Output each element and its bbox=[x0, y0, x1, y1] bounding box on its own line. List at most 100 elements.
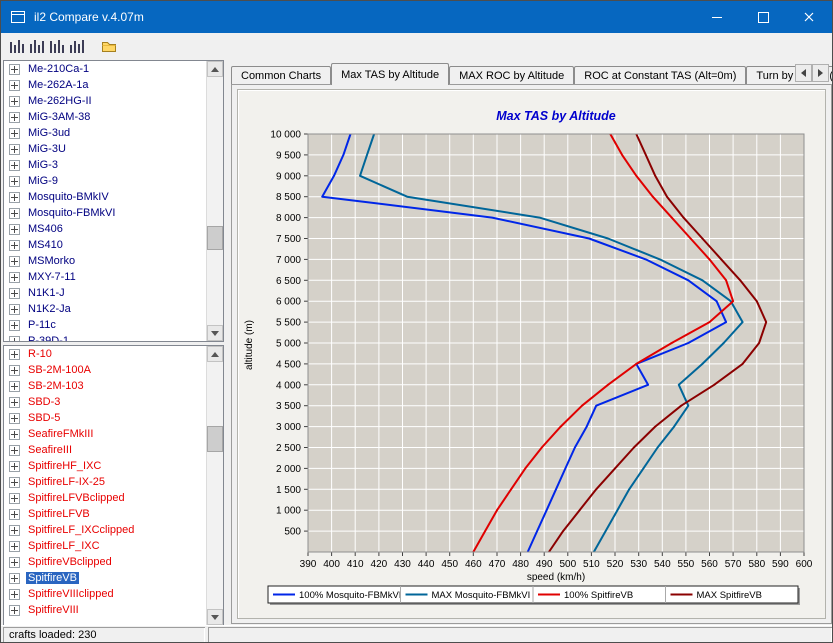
tree-item[interactable]: SeafireFMkIII bbox=[4, 426, 223, 442]
tree-item[interactable]: Mosquito-FBMkVI bbox=[4, 205, 223, 221]
expand-plus-icon[interactable] bbox=[9, 96, 20, 107]
tree-item[interactable]: SpitfireVB bbox=[4, 570, 223, 586]
tree-item[interactable]: MS406 bbox=[4, 221, 223, 237]
expand-plus-icon[interactable] bbox=[9, 477, 20, 488]
tree-item[interactable]: R-10 bbox=[4, 346, 223, 362]
expand-plus-icon[interactable] bbox=[9, 461, 20, 472]
chart-view-toolbar-button[interactable] bbox=[27, 36, 47, 56]
expand-plus-icon[interactable] bbox=[9, 192, 20, 203]
expand-plus-icon[interactable] bbox=[9, 240, 20, 251]
tree-item[interactable]: SpitfireLFVB bbox=[4, 506, 223, 522]
scroll-up-button[interactable] bbox=[207, 61, 223, 77]
expand-plus-icon[interactable] bbox=[9, 224, 20, 235]
expand-plus-icon[interactable] bbox=[9, 429, 20, 440]
expand-plus-icon[interactable] bbox=[9, 589, 20, 600]
tab-common-charts[interactable]: Common Charts bbox=[231, 66, 331, 85]
tree-item[interactable]: SeafireIII bbox=[4, 442, 223, 458]
tree-item[interactable]: MiG-3 bbox=[4, 157, 223, 173]
scrollbar-thumb[interactable] bbox=[207, 226, 223, 250]
close-button[interactable] bbox=[786, 1, 832, 33]
expand-plus-icon[interactable] bbox=[9, 208, 20, 219]
expand-plus-icon[interactable] bbox=[9, 445, 20, 456]
tree-item[interactable]: SBD-5 bbox=[4, 410, 223, 426]
aircraft-list-top[interactable]: Me-210Ca-1Me-262A-1aMe-262HG-IIMiG-3AM-3… bbox=[3, 60, 224, 342]
scroll-down-button[interactable] bbox=[207, 609, 223, 625]
scrollbar-thumb[interactable] bbox=[207, 426, 223, 452]
tree-item[interactable]: SBD-3 bbox=[4, 394, 223, 410]
tree-item[interactable]: Me-262A-1a bbox=[4, 77, 223, 93]
tree-item[interactable]: SpitfireVIIIclipped bbox=[4, 586, 223, 602]
expand-plus-icon[interactable] bbox=[9, 573, 20, 584]
expand-plus-icon[interactable] bbox=[9, 80, 20, 91]
tree-item[interactable]: MiG-9 bbox=[4, 173, 223, 189]
tree-item[interactable]: SpitfireLF_IXCclipped bbox=[4, 522, 223, 538]
expand-plus-icon[interactable] bbox=[9, 176, 20, 187]
expand-plus-icon[interactable] bbox=[9, 128, 20, 139]
tab-max-roc-by-altitude[interactable]: MAX ROC by Altitude bbox=[449, 66, 574, 85]
tree-item[interactable]: Me-262HG-II bbox=[4, 93, 223, 109]
expand-plus-icon[interactable] bbox=[9, 493, 20, 504]
tree-item[interactable]: MSMorko bbox=[4, 253, 223, 269]
tree-item[interactable]: MiG-3U bbox=[4, 141, 223, 157]
chart-view-toolbar-button[interactable] bbox=[67, 36, 87, 56]
tree-item[interactable]: N1K1-J bbox=[4, 285, 223, 301]
tree-item[interactable]: Mosquito-BMkIV bbox=[4, 189, 223, 205]
x-tick-label: 450 bbox=[441, 559, 458, 570]
tree-item[interactable]: Me-210Ca-1 bbox=[4, 61, 223, 77]
aircraft-list-bottom[interactable]: R-10SB-2M-100ASB-2M-103SBD-3SBD-5Seafire… bbox=[3, 345, 224, 626]
scroll-down-button[interactable] bbox=[207, 325, 223, 341]
chart-view-toolbar-button[interactable] bbox=[47, 36, 67, 56]
expand-plus-icon[interactable] bbox=[9, 304, 20, 315]
minimize-button[interactable] bbox=[694, 1, 740, 33]
tree-item[interactable]: MS410 bbox=[4, 237, 223, 253]
folder-toolbar-button[interactable] bbox=[99, 36, 119, 56]
expand-plus-icon[interactable] bbox=[9, 541, 20, 552]
tree-item[interactable]: MiG-3AM-38 bbox=[4, 109, 223, 125]
expand-plus-icon[interactable] bbox=[9, 349, 20, 360]
tree-item-label: N1K1-J bbox=[26, 287, 67, 299]
expand-plus-icon[interactable] bbox=[9, 256, 20, 267]
expand-plus-icon[interactable] bbox=[9, 397, 20, 408]
expand-plus-icon[interactable] bbox=[9, 272, 20, 283]
tab-roc-at-constant-tas-alt-0m[interactable]: ROC at Constant TAS (Alt=0m) bbox=[574, 66, 746, 85]
tree-item[interactable]: SpitfireHF_IXC bbox=[4, 458, 223, 474]
tree-item[interactable]: SB-2M-100A bbox=[4, 362, 223, 378]
expand-plus-icon[interactable] bbox=[9, 381, 20, 392]
expand-plus-icon[interactable] bbox=[9, 320, 20, 331]
expand-plus-icon[interactable] bbox=[9, 64, 20, 75]
tab-scroll-right-button[interactable] bbox=[812, 64, 829, 82]
expand-plus-icon[interactable] bbox=[9, 112, 20, 123]
tree-item[interactable]: SpitfireVIII bbox=[4, 602, 223, 618]
tree-item[interactable]: MXY-7-11 bbox=[4, 269, 223, 285]
expand-plus-icon[interactable] bbox=[9, 509, 20, 520]
expand-plus-icon[interactable] bbox=[9, 557, 20, 568]
tab-label: ROC at Constant TAS (Alt=0m) bbox=[584, 70, 736, 82]
tree-item[interactable]: MiG-3ud bbox=[4, 125, 223, 141]
expand-plus-icon[interactable] bbox=[9, 144, 20, 155]
tree-item[interactable]: SpitfireLFVBclipped bbox=[4, 490, 223, 506]
x-tick-label: 500 bbox=[559, 559, 576, 570]
tree-item-label: MS406 bbox=[26, 223, 65, 235]
scrollbar-top-list[interactable] bbox=[206, 61, 223, 341]
tree-item[interactable]: SpitfireLF-IX-25 bbox=[4, 474, 223, 490]
expand-plus-icon[interactable] bbox=[9, 288, 20, 299]
expand-plus-icon[interactable] bbox=[9, 413, 20, 424]
expand-plus-icon[interactable] bbox=[9, 365, 20, 376]
tree-item[interactable]: SpitfireVBclipped bbox=[4, 554, 223, 570]
expand-plus-icon[interactable] bbox=[9, 605, 20, 616]
tab-scroll-left-button[interactable] bbox=[795, 64, 812, 82]
scroll-up-button[interactable] bbox=[207, 346, 223, 362]
expand-plus-icon[interactable] bbox=[9, 336, 20, 343]
tree-item[interactable]: SpitfireLF_IXC bbox=[4, 538, 223, 554]
tree-item[interactable]: SB-2M-103 bbox=[4, 378, 223, 394]
tree-item[interactable]: N1K2-Ja bbox=[4, 301, 223, 317]
chart-view-toolbar-button[interactable] bbox=[7, 36, 27, 56]
expand-plus-icon[interactable] bbox=[9, 525, 20, 536]
tab-max-tas-by-altitude[interactable]: Max TAS by Altitude bbox=[331, 63, 449, 85]
scrollbar-bottom-list[interactable] bbox=[206, 346, 223, 625]
tree-item[interactable]: P-11c bbox=[4, 317, 223, 333]
maximize-button[interactable] bbox=[740, 1, 786, 33]
close-icon bbox=[804, 12, 814, 22]
tree-item[interactable]: P-39D-1 bbox=[4, 333, 223, 342]
expand-plus-icon[interactable] bbox=[9, 160, 20, 171]
